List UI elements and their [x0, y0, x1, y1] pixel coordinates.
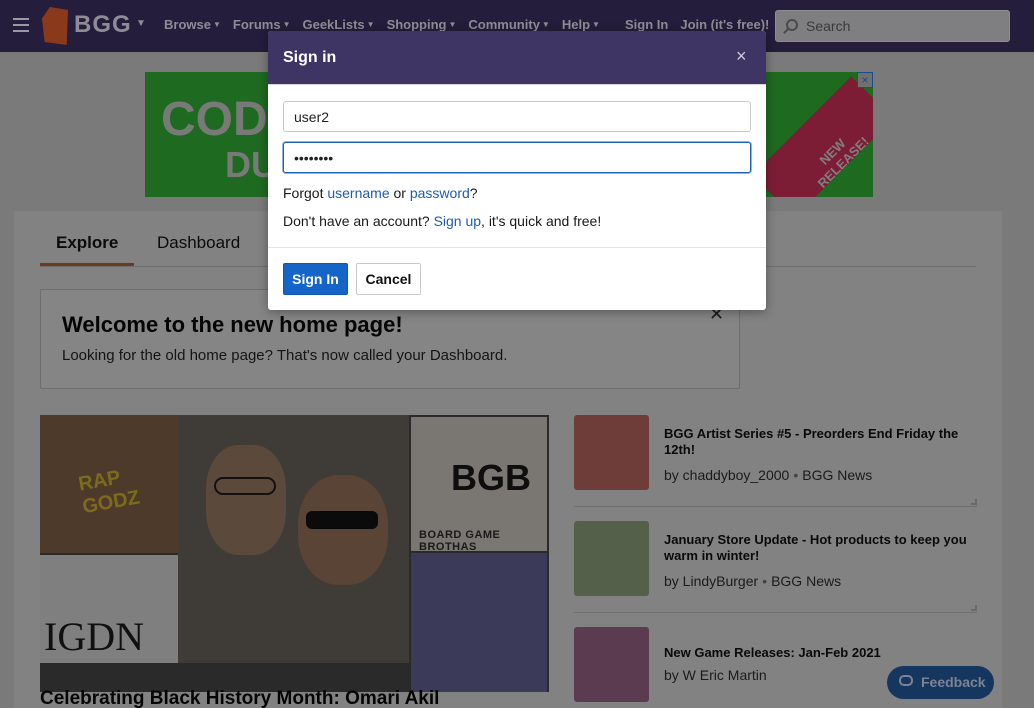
nav-community-label: Community [468, 17, 540, 32]
news-thumbnail[interactable] [574, 521, 649, 596]
nav-sign-in-link[interactable]: Sign In [625, 17, 668, 32]
nav-shopping-label: Shopping [386, 17, 447, 32]
chevron-down-icon: ▼ [448, 20, 457, 29]
sunglasses-shape [306, 511, 378, 529]
dialog-title: Sign in [283, 49, 337, 66]
chat-bubble-icon [899, 675, 913, 686]
forgot-or: or [393, 185, 406, 201]
nav-forums[interactable]: Forums ▼ [233, 17, 291, 32]
nav-geeklists[interactable]: GeekLists ▼ [302, 17, 374, 32]
forgot-suffix: ? [469, 185, 478, 201]
sign-in-button[interactable]: Sign In [283, 263, 348, 295]
menu-icon[interactable] [13, 18, 29, 32]
dialog-divider [268, 247, 766, 248]
nav-browse[interactable]: Browse ▼ [164, 17, 221, 32]
nav-help[interactable]: Help ▼ [562, 17, 600, 32]
nav-geeklists-label: GeekLists [302, 17, 365, 32]
igdn-logo: IGDN [40, 555, 178, 663]
password-field[interactable] [283, 142, 751, 173]
news-meta: by W Eric Martin [664, 667, 767, 683]
news-source[interactable]: BGG News [771, 573, 841, 589]
rap-godz-cover: RAP GODZ [40, 415, 178, 553]
nav-help-label: Help [561, 17, 591, 32]
signup-line: Don't have an account? Sign up, it's qui… [283, 213, 601, 229]
news-author[interactable]: by chaddyboy_2000 [664, 467, 789, 483]
resize-handle-icon [971, 499, 977, 505]
forgot-password-link[interactable]: password [410, 185, 470, 201]
nav-links: Browse ▼ Forums ▼ GeekLists ▼ Shopping ▼ Com… [164, 17, 600, 32]
person-left [206, 445, 286, 555]
chevron-down-icon: ▼ [282, 20, 291, 29]
bgg-logo-icon[interactable] [42, 7, 68, 45]
noaccount-suffix: , it's quick and free! [481, 213, 602, 229]
news-author[interactable]: by W Eric Martin [664, 667, 767, 683]
news-source[interactable]: BGG News [802, 467, 872, 483]
bgb-logo-text: BGB [451, 457, 531, 498]
nav-browse-label: Browse [164, 17, 211, 32]
bgb-logo-subtitle: BOARD GAME BROTHAS [419, 529, 501, 553]
chevron-down-icon: ▼ [212, 20, 221, 29]
cartoon-cover [411, 553, 547, 692]
cancel-button[interactable]: Cancel [356, 263, 421, 295]
news-item[interactable]: January Store Update - Hot products to k… [574, 521, 977, 613]
tab-dashboard[interactable]: Dashboard [157, 233, 240, 253]
forgot-username-link[interactable]: username [327, 185, 389, 201]
feature-title[interactable]: Celebrating Black History Month: Omari A… [40, 688, 439, 708]
resize-handle-icon [971, 605, 977, 611]
nav-shopping[interactable]: Shopping ▼ [387, 17, 457, 32]
separator-dot: • [793, 467, 799, 483]
welcome-text: Looking for the old home page? That's no… [62, 347, 508, 364]
chevron-down-icon: ▼ [592, 20, 600, 29]
auth-links: Sign In Join (it's free)! [625, 17, 769, 32]
news-meta: by chaddyboy_2000 • BGG News [664, 467, 872, 483]
glasses-shape [214, 477, 276, 495]
chevron-down-icon: ▼ [366, 20, 375, 29]
search-placeholder: Search [806, 18, 851, 34]
feature-image[interactable]: RAP GODZ BGB BOARD GAME BROTHAS IGDN [40, 415, 549, 692]
noaccount-prefix: Don't have an account? [283, 213, 430, 229]
separator-dot: • [762, 573, 768, 589]
news-meta: by LindyBurger • BGG News [664, 573, 841, 589]
username-field[interactable] [283, 101, 751, 132]
close-icon[interactable]: × [736, 46, 747, 67]
nav-join-link[interactable]: Join (it's free)! [680, 17, 769, 32]
news-title[interactable]: BGG Artist Series #5 - Preorders End Fri… [664, 426, 977, 458]
igdn-logo-text: IGDN [44, 614, 144, 659]
nav-forums-label: Forums [232, 17, 281, 32]
rap-godz-logo-text: RAP GODZ [76, 466, 142, 519]
chevron-down-icon[interactable]: ▼ [136, 18, 146, 29]
person-right [298, 475, 388, 585]
news-item[interactable]: BGG Artist Series #5 - Preorders End Fri… [574, 415, 977, 507]
sign-in-dialog: Sign in × Forgot username or password? D… [268, 31, 766, 310]
ad-headline: COD [161, 93, 268, 146]
feedback-button[interactable]: Feedback [887, 666, 994, 699]
news-thumbnail[interactable] [574, 415, 649, 490]
forgot-prefix: Forgot [283, 185, 324, 201]
dialog-header: Sign in × [268, 31, 766, 85]
photo-omari-akil [178, 415, 409, 663]
tab-explore[interactable]: Explore [40, 233, 135, 266]
news-author[interactable]: by LindyBurger [664, 573, 758, 589]
chevron-down-icon: ▼ [541, 20, 550, 29]
sign-up-link[interactable]: Sign up [434, 213, 481, 229]
ad-close-icon[interactable]: × [857, 72, 873, 88]
nav-community[interactable]: Community ▼ [468, 17, 549, 32]
logo-text[interactable]: BGG [74, 11, 132, 39]
news-title[interactable]: New Game Releases: Jan-Feb 2021 [664, 645, 977, 661]
feedback-label: Feedback [921, 674, 986, 690]
news-thumbnail[interactable] [574, 627, 649, 702]
board-game-brothas-logo: BGB BOARD GAME BROTHAS [411, 417, 547, 553]
search-input[interactable]: Search [775, 10, 1010, 42]
news-title[interactable]: January Store Update - Hot products to k… [664, 532, 977, 564]
forgot-line: Forgot username or password? [283, 185, 478, 201]
welcome-title: Welcome to the new home page! [62, 312, 403, 337]
search-icon [786, 19, 798, 31]
